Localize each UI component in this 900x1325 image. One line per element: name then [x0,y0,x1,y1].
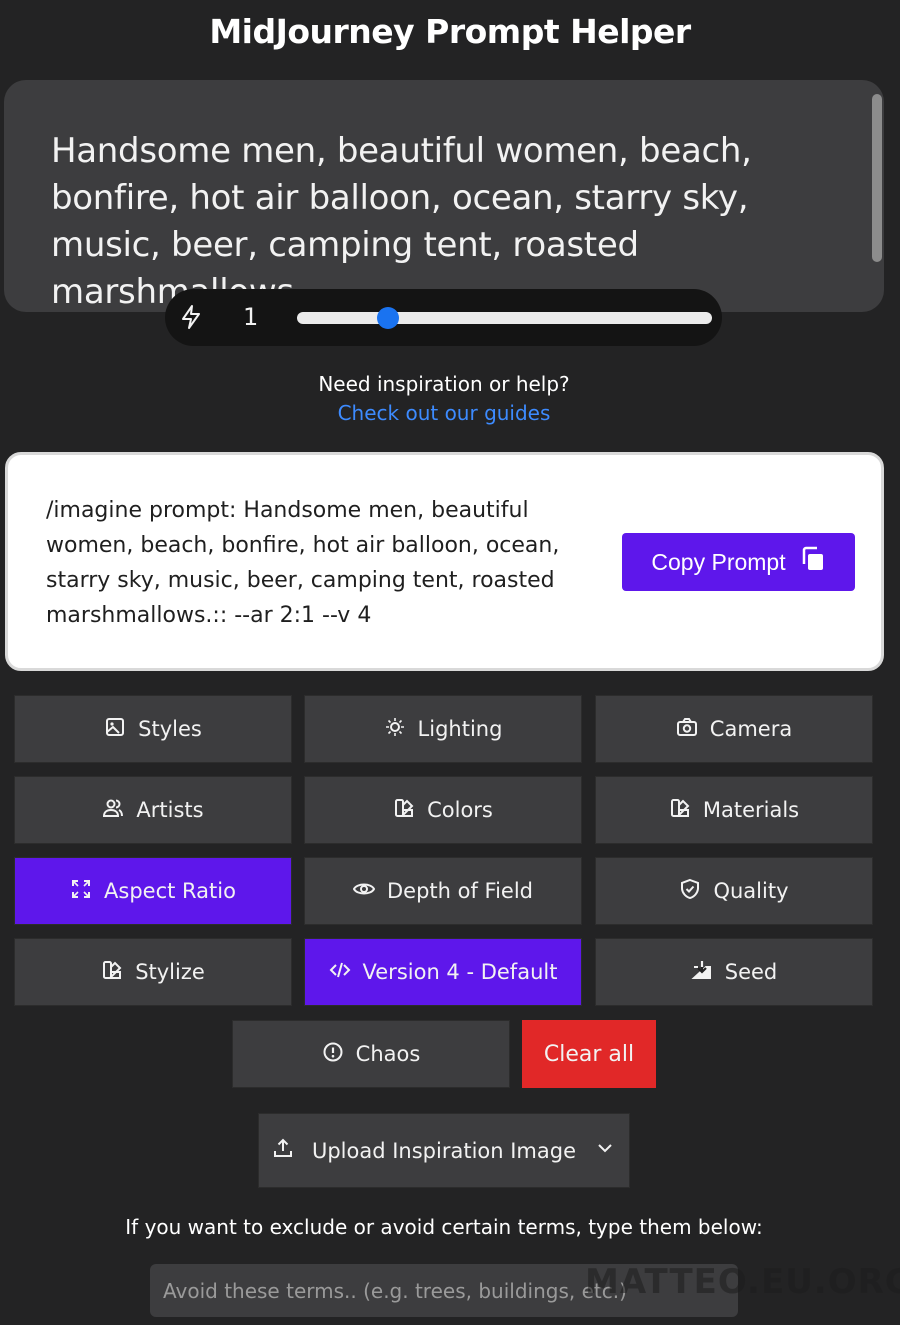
weight-value: 1 [243,303,259,331]
upload-label: Upload Inspiration Image [311,1138,577,1163]
seed-label: Seed [724,960,778,984]
upload-inspiration-button[interactable]: Upload Inspiration Image [258,1113,630,1188]
guides-link[interactable]: Check out our guides [0,401,888,425]
swatch-icon [669,797,691,824]
weight-slider[interactable] [297,307,712,329]
seed-button[interactable]: Seed [595,938,873,1006]
chaos-label: Chaos [355,1042,421,1066]
depth-of-field-label: Depth of Field [386,879,534,903]
lightbulb-icon [384,716,406,743]
download-box-icon [691,959,713,986]
aspect-ratio-label: Aspect Ratio [104,879,236,903]
prompt-output: /imagine prompt: Handsome men, beautiful… [5,452,884,671]
eye-icon [352,878,376,905]
help-text: Need inspiration or help? [318,372,570,396]
version-button[interactable]: Version 4 - Default [304,938,582,1006]
stylize-button[interactable]: Stylize [14,938,292,1006]
artists-label: Artists [136,798,204,822]
image-icon [104,716,126,743]
clear-all-button[interactable]: Clear all [522,1020,656,1088]
colors-label: Colors [427,798,493,822]
camera-button[interactable]: Camera [595,695,873,763]
quality-button[interactable]: Quality [595,857,873,925]
styles-label: Styles [138,717,202,741]
materials-button[interactable]: Materials [595,776,873,844]
page-title: MidJourney Prompt Helper [209,12,691,51]
prompt-input[interactable]: Handsome men, beautiful women, beach, bo… [4,80,884,312]
version-label: Version 4 - Default [362,960,558,984]
colors-button[interactable]: Colors [304,776,582,844]
users-icon [102,797,124,824]
copy-prompt-label: Copy Prompt [651,548,786,575]
prompt-output-text: /imagine prompt: Handsome men, beautiful… [46,498,560,628]
watermark: MATTEO.EU.ORG [585,1262,900,1302]
code-icon [329,959,351,986]
copy-icon [800,546,826,578]
lighting-button[interactable]: Lighting [304,695,582,763]
chaos-button[interactable]: Chaos [232,1020,510,1088]
aspect-ratio-button[interactable]: Aspect Ratio [14,857,292,925]
alert-circle-icon [322,1041,344,1068]
lightning-icon [179,304,203,330]
expand-icon [70,878,92,905]
weight-control: 1 [165,289,722,346]
clear-all-label: Clear all [543,1041,635,1067]
materials-label: Materials [702,798,800,822]
camera-label: Camera [709,717,793,741]
prompt-input-text[interactable]: Handsome men, beautiful women, beach, bo… [51,128,771,312]
lighting-label: Lighting [417,717,503,741]
shield-check-icon [679,878,701,905]
depth-of-field-button[interactable]: Depth of Field [304,857,582,925]
upload-icon [272,1137,294,1164]
copy-prompt-button[interactable]: Copy Prompt [622,533,855,591]
prompt-scrollbar[interactable] [872,94,882,262]
chevron-down-icon [594,1137,616,1164]
camera-icon [676,716,698,743]
artists-button[interactable]: Artists [14,776,292,844]
styles-button[interactable]: Styles [14,695,292,763]
swatch-icon [101,959,123,986]
exclude-label: If you want to exclude or avoid certain … [125,1215,763,1239]
palette-icon [393,797,415,824]
weight-slider-thumb[interactable] [377,307,400,329]
quality-label: Quality [713,879,789,903]
stylize-label: Stylize [135,960,205,984]
